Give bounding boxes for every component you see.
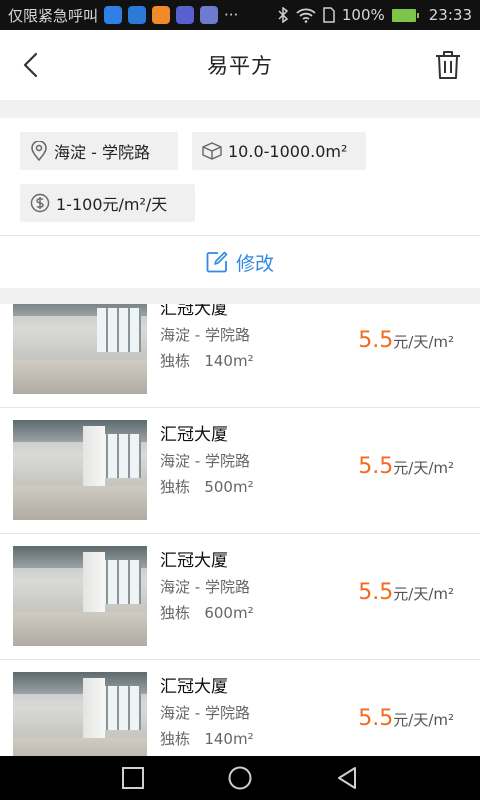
listing-spec: 独栋 600m² (160, 602, 254, 623)
listing-photo (13, 304, 147, 394)
listing-photo (13, 420, 147, 520)
listing-price-value: 5.5 (358, 328, 394, 353)
listing-price: 5.5元/天/m² (358, 328, 454, 353)
back-arrow-icon[interactable] (18, 50, 48, 80)
listing-list[interactable]: 汇冠大厦 海淀 - 学院路 独栋 140m² 5.5元/天/m² 汇冠大厦 海淀… (0, 304, 480, 756)
trash-icon[interactable] (434, 50, 462, 80)
home-icon[interactable] (228, 766, 252, 790)
system-nav-bar (0, 756, 480, 800)
listing-item[interactable]: 汇冠大厦 海淀 - 学院路 独栋 140m² 5.5元/天/m² (0, 304, 480, 408)
recent-apps-icon[interactable] (121, 766, 145, 790)
listing-type: 独栋 (160, 604, 191, 622)
listing-price-unit: 元/天/m² (393, 585, 454, 603)
listing-price: 5.5元/天/m² (358, 454, 454, 479)
listing-price-value: 5.5 (358, 706, 394, 731)
clock: 23:33 (428, 6, 472, 24)
listing-item[interactable]: 汇冠大厦 海淀 - 学院路 独栋 500m² 5.5元/天/m² (0, 408, 480, 534)
listing-price: 5.5元/天/m² (358, 706, 454, 731)
listing-type: 独栋 (160, 478, 191, 496)
listing-spec: 独栋 140m² (160, 728, 254, 749)
edit-filter-label: 修改 (235, 252, 274, 275)
app-notification-icon (104, 6, 123, 24)
usb-icon (200, 6, 219, 24)
carrier-text: 仅限紧急呼叫 (8, 6, 99, 25)
listing-photo (13, 672, 147, 756)
listing-address: 海淀 - 学院路 (160, 578, 250, 596)
battery-icon (391, 8, 419, 22)
listing-spec: 独栋 500m² (160, 476, 254, 497)
sim-icon (323, 7, 335, 23)
location-filter-label: 海淀 - 学院路 (54, 143, 150, 162)
listing-item[interactable]: 汇冠大厦 海淀 - 学院路 独栋 600m² 5.5元/天/m² (0, 534, 480, 660)
listing-address: 海淀 - 学院路 (160, 452, 250, 470)
more-icon: ··· (224, 6, 239, 24)
listing-area: 140m² (204, 352, 254, 370)
location-pin-icon (31, 141, 47, 161)
battery-percent: 100% (341, 6, 385, 24)
cube-icon (202, 142, 222, 160)
listing-name: 汇冠大厦 (160, 425, 228, 445)
back-icon[interactable] (335, 766, 359, 790)
app-notification-icon (128, 6, 147, 24)
listing-spec: 独栋 140m² (160, 350, 254, 371)
status-bar: 仅限紧急呼叫 ··· 100% 23:33 (0, 0, 480, 30)
listing-address: 海淀 - 学院路 (160, 704, 250, 722)
listing-area: 140m² (204, 730, 254, 748)
wifi-icon (296, 8, 316, 23)
area-filter-chip[interactable]: 10.0-1000.0m² (192, 132, 366, 170)
listing-area: 500m² (204, 478, 254, 496)
listing-name: 汇冠大厦 (160, 677, 228, 697)
listing-address: 海淀 - 学院路 (160, 326, 250, 344)
app-notification-icon (152, 6, 171, 24)
price-filter-label: 1-100元/m²/天 (56, 195, 168, 214)
dollar-circle-icon (30, 193, 50, 213)
listing-price-unit: 元/天/m² (393, 459, 454, 477)
listing-price-unit: 元/天/m² (393, 333, 454, 351)
listing-type: 独栋 (160, 730, 191, 748)
filter-panel: 海淀 - 学院路 10.0-1000.0m² 1-100元/m²/天 修改 (0, 118, 480, 288)
listing-area: 600m² (204, 604, 254, 622)
page-title: 易平方 (207, 54, 273, 78)
listing-price-unit: 元/天/m² (393, 711, 454, 729)
listing-type: 独栋 (160, 352, 191, 370)
edit-filter-button[interactable]: 修改 (0, 236, 480, 288)
listing-name: 汇冠大厦 (160, 304, 228, 319)
location-filter-chip[interactable]: 海淀 - 学院路 (20, 132, 178, 170)
bluetooth-icon (278, 7, 289, 23)
app-notification-icon (176, 6, 195, 24)
listing-price: 5.5元/天/m² (358, 580, 454, 605)
app-header: 易平方 (0, 30, 480, 100)
edit-icon (206, 251, 228, 273)
listing-item[interactable]: 汇冠大厦 海淀 - 学院路 独栋 140m² 5.5元/天/m² (0, 660, 480, 756)
price-filter-chip[interactable]: 1-100元/m²/天 (20, 184, 195, 222)
listing-name: 汇冠大厦 (160, 551, 228, 571)
listing-price-value: 5.5 (358, 580, 394, 605)
area-filter-label: 10.0-1000.0m² (228, 141, 348, 161)
listing-photo (13, 546, 147, 646)
listing-price-value: 5.5 (358, 454, 394, 479)
